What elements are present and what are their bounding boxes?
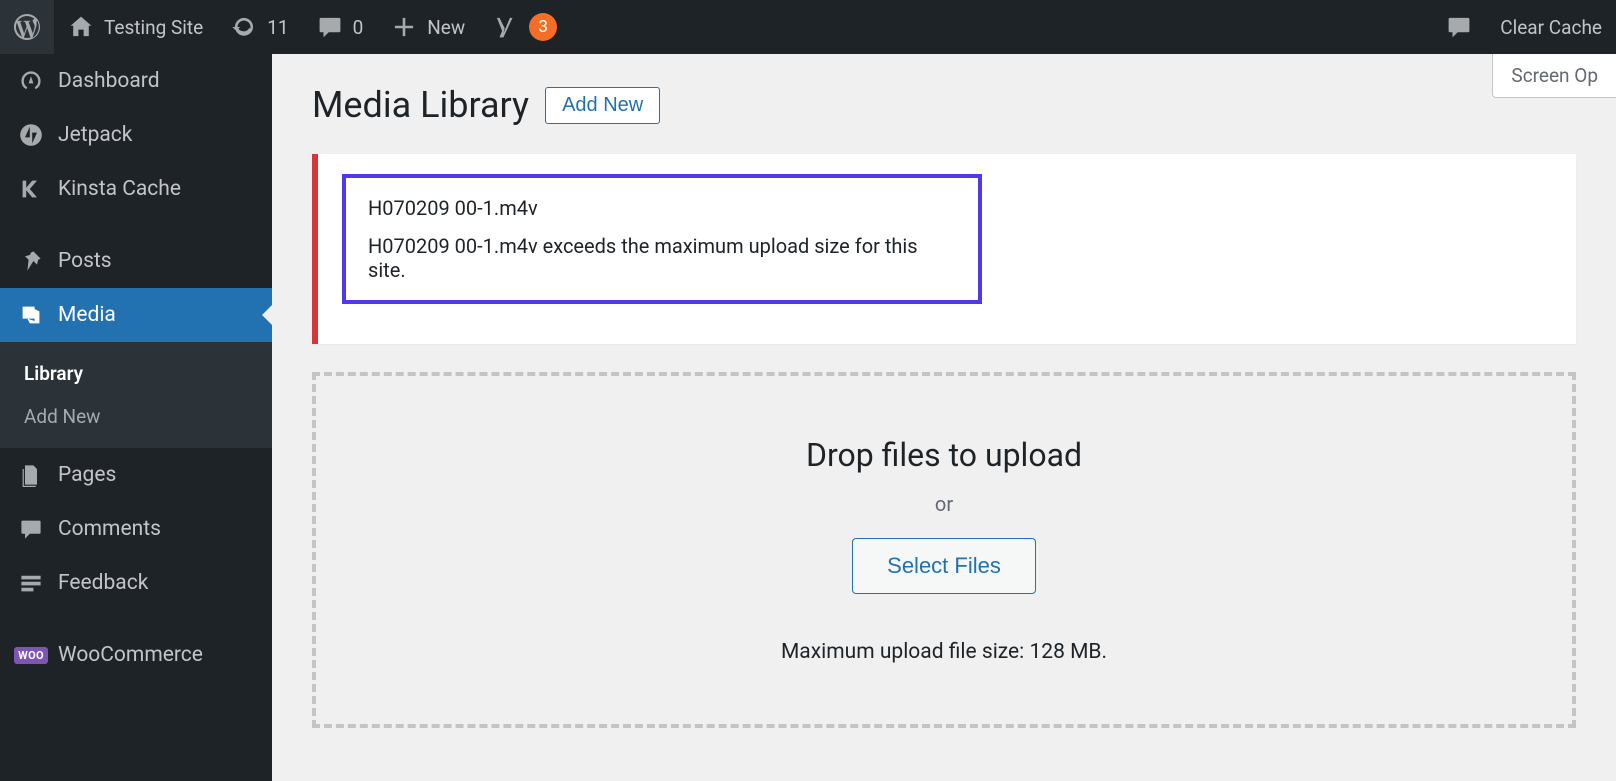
plus-icon	[391, 14, 417, 40]
adminbar-left: Testing Site 11 0 New 3	[0, 0, 571, 54]
pin-icon	[18, 248, 44, 274]
feedback-icon	[18, 570, 44, 596]
error-filename: H070209 00-1.m4v	[368, 196, 956, 220]
sidebar-item-label: Feedback	[58, 571, 148, 595]
woocommerce-icon: WOO	[18, 642, 44, 668]
sidebar-item-label: Kinsta Cache	[58, 177, 181, 201]
sidebar-item-label: Pages	[58, 463, 116, 487]
submenu-library[interactable]: Library	[0, 352, 272, 395]
updates-link[interactable]: 11	[217, 0, 302, 54]
upload-dropzone[interactable]: Drop files to upload or Select Files Max…	[312, 372, 1576, 728]
adminbar-right: Clear Cache	[1432, 0, 1616, 54]
sidebar-item-label: Posts	[58, 249, 112, 273]
admin-sidebar: Dashboard Jetpack Kinsta Cache Posts Med…	[0, 54, 272, 781]
media-icon	[18, 302, 44, 328]
site-name-link[interactable]: Testing Site	[54, 0, 217, 54]
sidebar-item-woocommerce[interactable]: WOO WooCommerce	[0, 628, 272, 682]
kinsta-icon	[18, 176, 44, 202]
admin-toolbar: Testing Site 11 0 New 3	[0, 0, 1616, 54]
yoast-icon	[493, 14, 519, 40]
page-heading: Media Library Add New	[312, 84, 1576, 126]
notifications-icon	[1446, 14, 1472, 40]
dropzone-title: Drop files to upload	[316, 436, 1572, 474]
sidebar-item-comments[interactable]: Comments	[0, 502, 272, 556]
sidebar-item-feedback[interactable]: Feedback	[0, 556, 272, 610]
dashboard-icon	[18, 68, 44, 94]
new-label: New	[427, 16, 465, 39]
screen-options-tab[interactable]: Screen Op	[1492, 54, 1616, 98]
comments-icon	[18, 516, 44, 542]
sidebar-separator	[0, 610, 272, 628]
sidebar-item-label: Jetpack	[58, 123, 132, 147]
updates-count: 11	[267, 16, 288, 39]
comments-link[interactable]: 0	[303, 0, 378, 54]
sidebar-item-media[interactable]: Media	[0, 288, 272, 342]
add-new-button[interactable]: Add New	[545, 87, 660, 124]
submenu-add-new[interactable]: Add New	[0, 395, 272, 438]
new-content-link[interactable]: New	[377, 0, 479, 54]
jetpack-icon	[18, 122, 44, 148]
update-icon	[231, 14, 257, 40]
notifications-link[interactable]	[1432, 0, 1486, 54]
yoast-link[interactable]: 3	[479, 0, 571, 54]
wp-logo-menu[interactable]	[0, 0, 54, 54]
comment-icon	[317, 14, 343, 40]
sidebar-item-posts[interactable]: Posts	[0, 234, 272, 288]
media-submenu: Library Add New	[0, 342, 272, 448]
dropzone-or: or	[316, 492, 1572, 516]
site-name-label: Testing Site	[104, 16, 203, 39]
home-icon	[68, 14, 94, 40]
page-title: Media Library	[312, 84, 529, 126]
upload-error-notice: H070209 00-1.m4v H070209 00-1.m4v exceed…	[312, 154, 1576, 344]
upload-error-highlight: H070209 00-1.m4v H070209 00-1.m4v exceed…	[342, 174, 982, 304]
sidebar-item-jetpack[interactable]: Jetpack	[0, 108, 272, 162]
clear-cache-label: Clear Cache	[1500, 16, 1602, 39]
comments-count: 0	[353, 16, 364, 39]
yoast-badge: 3	[529, 13, 557, 41]
sidebar-item-label: WooCommerce	[58, 643, 203, 667]
sidebar-item-label: Comments	[58, 517, 161, 541]
wordpress-logo-icon	[14, 14, 40, 40]
sidebar-separator	[0, 216, 272, 234]
sidebar-item-pages[interactable]: Pages	[0, 448, 272, 502]
sidebar-item-kinsta[interactable]: Kinsta Cache	[0, 162, 272, 216]
error-message: H070209 00-1.m4v exceeds the maximum upl…	[368, 234, 956, 282]
main-content: Screen Op Media Library Add New H070209 …	[272, 54, 1616, 781]
select-files-button[interactable]: Select Files	[852, 538, 1036, 594]
sidebar-item-dashboard[interactable]: Dashboard	[0, 54, 272, 108]
sidebar-item-label: Dashboard	[58, 69, 160, 93]
sidebar-item-label: Media	[58, 303, 116, 327]
dropzone-hint: Maximum upload file size: 128 MB.	[316, 640, 1572, 664]
clear-cache-link[interactable]: Clear Cache	[1486, 0, 1616, 54]
pages-icon	[18, 462, 44, 488]
